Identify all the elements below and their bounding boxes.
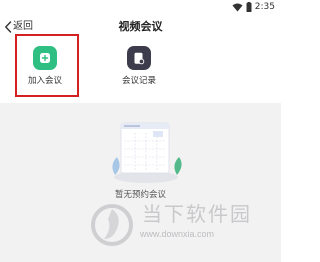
empty-state-text: 暂无预约会议 [114,190,166,200]
content-area: 暂无预约会议 当下软件园 www.downxia.com [0,103,281,262]
document-icon [134,52,145,64]
watermark-url: www.downxia.com [140,229,215,239]
empty-calendar-illustration [112,122,182,183]
status-time: 2:35 [254,2,275,12]
watermark-logo-icon [91,204,133,246]
battery-icon [246,2,252,12]
meeting-records-button[interactable]: 会议记录 [109,46,169,87]
wifi-icon [232,3,243,11]
highlight-box [15,34,79,97]
status-bar: 2:35 [0,0,281,14]
meeting-records-label: 会议记录 [121,76,156,86]
watermark-text: 当下软件园 [142,202,252,226]
meeting-records-icon-tile [127,46,151,70]
status-icons: 2:35 [232,1,275,13]
page-title: 视频会议 [118,20,163,33]
